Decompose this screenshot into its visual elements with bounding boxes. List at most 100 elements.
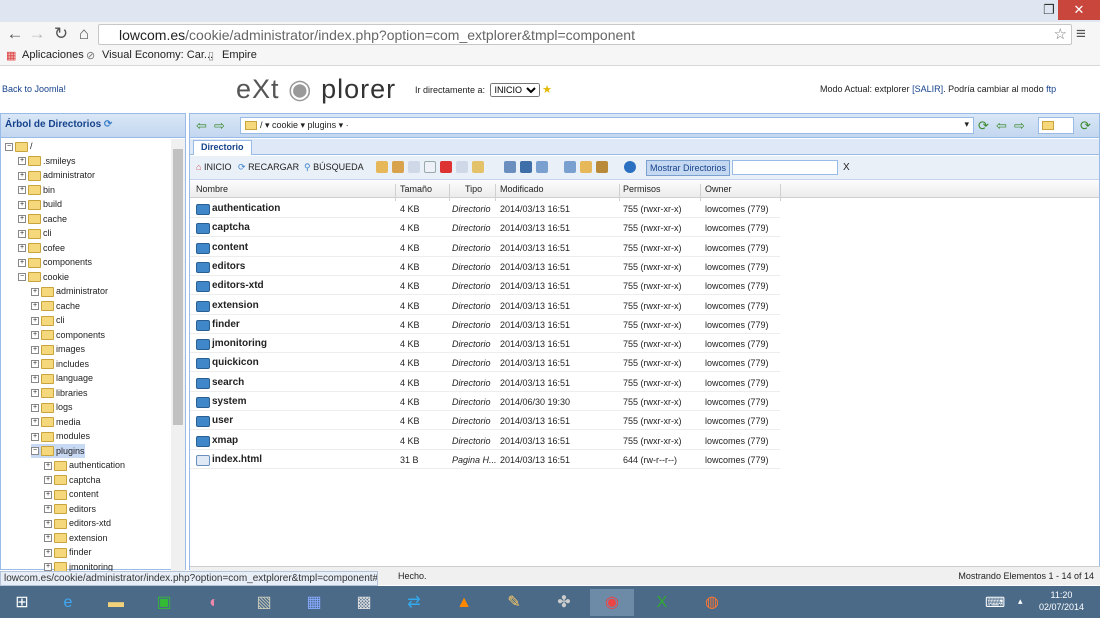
refresh-tree-icon[interactable]: ⟳ bbox=[104, 119, 112, 130]
new-file-icon[interactable] bbox=[376, 161, 388, 173]
table-row[interactable]: index.html 31 B Pagina H... 2014/03/13 16:5… bbox=[190, 450, 780, 469]
clear-filter-button[interactable]: X bbox=[843, 162, 850, 173]
expand-icon[interactable]: + bbox=[44, 505, 52, 514]
reload-button[interactable]: ⟳ RECARGAR bbox=[238, 162, 299, 173]
tray-chevron-icon[interactable]: ▴ bbox=[1018, 596, 1023, 607]
table-row[interactable]: search 4 KB Directorio 2014/03/13 16:51 755 … bbox=[190, 373, 780, 392]
download-icon[interactable] bbox=[520, 161, 532, 173]
move-icon[interactable] bbox=[424, 161, 436, 173]
path-forward-icon[interactable]: ⇨ bbox=[1014, 118, 1025, 134]
tree-node[interactable]: + includes bbox=[31, 357, 89, 371]
tree-node[interactable]: + captcha bbox=[44, 473, 101, 487]
expand-icon[interactable]: + bbox=[18, 229, 26, 238]
table-row[interactable]: authentication 4 KB Directorio 2014/03/13 1… bbox=[190, 199, 780, 218]
table-row[interactable]: extension 4 KB Directorio 2014/03/13 16:51 7… bbox=[190, 296, 780, 315]
reload-icon[interactable]: ↻ bbox=[50, 24, 72, 44]
expand-icon[interactable]: + bbox=[18, 215, 26, 224]
tree-node[interactable]: + administrator bbox=[18, 168, 95, 182]
table-row[interactable]: editors-xtd 4 KB Directorio 2014/03/13 16:5… bbox=[190, 276, 780, 296]
table-row[interactable]: quickicon 4 KB Directorio 2014/03/13 16:51 7… bbox=[190, 353, 780, 373]
help-icon[interactable] bbox=[624, 161, 636, 173]
ie-icon[interactable]: e bbox=[46, 589, 90, 616]
tree-node[interactable]: + media bbox=[31, 415, 81, 429]
tree-node[interactable]: + bin bbox=[18, 183, 55, 197]
tree-node[interactable]: + cli bbox=[31, 313, 65, 327]
expand-icon[interactable]: + bbox=[31, 345, 39, 354]
tree-node[interactable]: + finder bbox=[44, 545, 92, 559]
goto-select[interactable]: INICIO bbox=[489, 83, 540, 97]
reload-bookmarks-icon[interactable]: ⟳ bbox=[1080, 118, 1091, 134]
table-row[interactable]: xmap 4 KB Directorio 2014/03/13 16:51 755 (r… bbox=[190, 431, 780, 450]
delete-icon[interactable] bbox=[440, 161, 452, 173]
view-icon[interactable] bbox=[504, 161, 516, 173]
start-icon[interactable]: ⊞ bbox=[0, 589, 44, 616]
tree-node[interactable]: + cache bbox=[18, 212, 67, 226]
address-bar[interactable]: lowcom.es/cookie/administrator/index.php… bbox=[98, 24, 1072, 45]
expand-icon[interactable]: + bbox=[31, 302, 39, 311]
picasa-icon[interactable]: ◐ bbox=[192, 589, 236, 616]
tree-node[interactable]: + administrator bbox=[31, 284, 108, 298]
expand-icon[interactable]: + bbox=[18, 171, 26, 180]
gimp-icon[interactable]: ✤ bbox=[542, 589, 586, 616]
expand-icon[interactable]: + bbox=[44, 476, 52, 485]
tree-node[interactable]: + images bbox=[31, 342, 85, 356]
excel-icon[interactable]: X bbox=[640, 589, 684, 616]
movie-maker-icon[interactable]: ▩ bbox=[342, 589, 386, 616]
extract-icon[interactable] bbox=[580, 161, 592, 173]
home-button[interactable]: ⌂ INICIO bbox=[196, 162, 231, 172]
clock[interactable]: 11:20 02/07/2014 bbox=[1039, 589, 1084, 613]
store-icon[interactable]: ▣ bbox=[142, 589, 186, 616]
rename-icon[interactable] bbox=[456, 161, 468, 173]
firefox-icon[interactable]: ◍ bbox=[690, 589, 734, 616]
tree-node[interactable]: + language bbox=[31, 371, 93, 385]
tree-node[interactable]: + cofee bbox=[18, 241, 65, 255]
tree-node[interactable]: + .smileys bbox=[18, 154, 76, 168]
tree-node[interactable]: − cookie bbox=[18, 270, 69, 284]
upload-icon[interactable] bbox=[536, 161, 548, 173]
tree-node[interactable]: + logs bbox=[31, 400, 73, 414]
expand-icon[interactable]: + bbox=[44, 461, 52, 470]
tree-node[interactable]: + modules bbox=[31, 429, 90, 443]
tree-node[interactable]: + extension bbox=[44, 531, 108, 545]
table-row[interactable]: user 4 KB Directorio 2014/03/13 16:51 755 (r… bbox=[190, 411, 780, 431]
tree-node[interactable]: + editors-xtd bbox=[44, 516, 111, 530]
collapse-icon[interactable]: − bbox=[18, 273, 26, 282]
tree-node[interactable]: + content bbox=[44, 487, 99, 501]
tree-scrollbar[interactable] bbox=[171, 139, 185, 571]
copy-icon[interactable] bbox=[408, 161, 420, 173]
edit-icon[interactable] bbox=[392, 161, 404, 173]
admin-icon[interactable] bbox=[596, 161, 608, 173]
ftp-mode-link[interactable]: ftp bbox=[1046, 84, 1056, 94]
table-row[interactable]: jmonitoring 4 KB Directorio 2014/03/13 16:5… bbox=[190, 334, 780, 354]
chevron-down-icon[interactable]: ▾ bbox=[964, 119, 969, 130]
chrome-menu-icon[interactable]: ≡ bbox=[1076, 24, 1086, 44]
tree-node[interactable]: − / bbox=[5, 139, 33, 153]
tab-directorio[interactable]: Directorio bbox=[193, 140, 252, 155]
back-arrow-icon[interactable]: ⇦ bbox=[196, 118, 207, 134]
forward-icon[interactable]: → bbox=[26, 24, 48, 44]
bookmark-empire[interactable]: Empire bbox=[222, 49, 257, 61]
keyboard-icon[interactable]: ⌨ bbox=[985, 594, 1005, 611]
tree-node[interactable]: + jmonitoring bbox=[44, 560, 113, 571]
image-viewer-icon[interactable]: ▧ bbox=[242, 589, 286, 616]
tree-node[interactable]: + components bbox=[18, 255, 92, 269]
tree-node[interactable]: − plugins bbox=[31, 443, 85, 458]
expand-icon[interactable]: + bbox=[18, 258, 26, 267]
tree-node[interactable]: + cli bbox=[18, 226, 52, 240]
paint-icon[interactable]: ✎ bbox=[492, 589, 536, 616]
bookmark-box[interactable] bbox=[1038, 117, 1074, 134]
expand-icon[interactable]: + bbox=[18, 200, 26, 209]
teamviewer-icon[interactable]: ⇄ bbox=[392, 589, 436, 616]
bookmark-visual-economy[interactable]: Visual Economy: Car... bbox=[102, 49, 213, 61]
expand-icon[interactable]: + bbox=[18, 244, 26, 253]
chmod-icon[interactable] bbox=[472, 161, 484, 173]
table-row[interactable]: captcha 4 KB Directorio 2014/03/13 16:51 755… bbox=[190, 218, 780, 238]
table-row[interactable]: finder 4 KB Directorio 2014/03/13 16:51 755 … bbox=[190, 315, 780, 334]
tree-node[interactable]: + editors bbox=[44, 502, 96, 516]
tree-scroll-thumb[interactable] bbox=[173, 149, 183, 425]
expand-icon[interactable]: + bbox=[31, 360, 39, 369]
expand-icon[interactable]: + bbox=[31, 374, 39, 383]
tree-node[interactable]: + build bbox=[18, 197, 62, 211]
expand-icon[interactable]: + bbox=[31, 389, 39, 398]
bookmark-star-icon[interactable]: ☆ bbox=[1054, 25, 1067, 43]
